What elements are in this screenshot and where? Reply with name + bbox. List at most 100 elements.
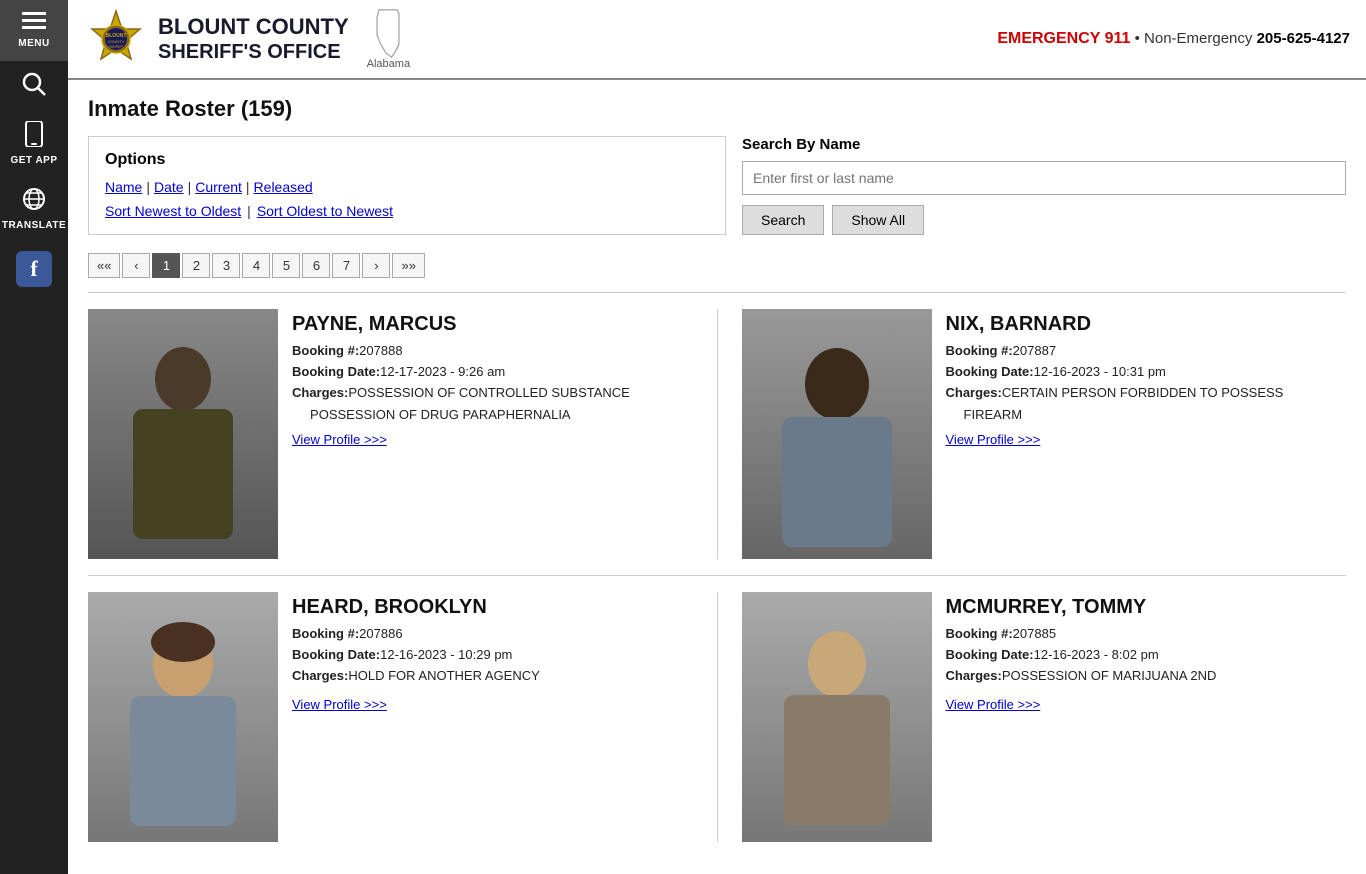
pagination: «« ‹ 1 2 3 4 5 6 7 › »» bbox=[88, 253, 1346, 278]
site-subtitle: SHERIFF'S OFFICE bbox=[158, 41, 349, 64]
main-content: BLOUNT COUNTY SHERIFF BLOUNT COUNTY SHER… bbox=[68, 0, 1366, 874]
view-profile-heard[interactable]: View Profile >>> bbox=[292, 697, 540, 712]
inmate-card-nix: NIX, BARNARD Booking #:207887 Booking Da… bbox=[742, 309, 1347, 559]
phone-icon bbox=[23, 121, 45, 151]
inmate-charge2-nix: FIREARM bbox=[946, 406, 1284, 424]
hamburger-icon bbox=[22, 12, 46, 34]
page-2-button[interactable]: 2 bbox=[182, 253, 210, 278]
sort-by-date-link[interactable]: Date bbox=[154, 179, 184, 195]
inmate-charge2-payne: POSSESSION OF DRUG PARAPHERNALIA bbox=[292, 406, 630, 424]
inmate-photo-heard bbox=[88, 592, 278, 842]
options-title: Options bbox=[105, 151, 709, 169]
show-all-button[interactable]: Show All bbox=[832, 205, 924, 235]
non-emergency-number: 205-625-4127 bbox=[1257, 30, 1350, 47]
inmate-charges-payne: Charges:POSSESSION OF CONTROLLED SUBSTAN… bbox=[292, 384, 630, 402]
page-first-button[interactable]: «« bbox=[88, 253, 120, 278]
search-button-sidebar[interactable] bbox=[0, 61, 68, 111]
page-1-button[interactable]: 1 bbox=[152, 253, 180, 278]
get-app-label: GET APP bbox=[10, 155, 57, 166]
inmate-photo-payne bbox=[88, 309, 278, 559]
sort-links: Sort Newest to Oldest | Sort Oldest to N… bbox=[105, 203, 709, 219]
inmate-info-nix: NIX, BARNARD Booking #:207887 Booking Da… bbox=[946, 309, 1284, 559]
page-3-button[interactable]: 3 bbox=[212, 253, 240, 278]
search-icon bbox=[21, 71, 47, 101]
inmate-booking-num-heard: Booking #:207886 bbox=[292, 625, 540, 643]
inmate-charges-mcmurrey: Charges:POSSESSION OF MARIJUANA 2ND bbox=[946, 667, 1217, 685]
sheriff-badge: BLOUNT COUNTY SHERIFF bbox=[84, 7, 148, 71]
inmate-booking-num-payne: Booking #:207888 bbox=[292, 342, 630, 360]
alabama-label: Alabama bbox=[367, 58, 410, 70]
page-next-button[interactable]: › bbox=[362, 253, 390, 278]
inmate-info-mcmurrey: MCMURREY, TOMMY Booking #:207885 Booking… bbox=[946, 592, 1217, 842]
search-by-name-label: Search By Name bbox=[742, 136, 1346, 153]
inmate-row-1: PAYNE, MARCUS Booking #:207888 Booking D… bbox=[88, 292, 1346, 575]
page-6-button[interactable]: 6 bbox=[302, 253, 330, 278]
inmate-divider-1 bbox=[717, 309, 718, 559]
options-links: Name | Date | Current | Released bbox=[105, 179, 709, 195]
name-search-input[interactable] bbox=[742, 161, 1346, 195]
inmate-booking-date-mcmurrey: Booking Date:12-16-2023 - 8:02 pm bbox=[946, 646, 1217, 664]
translate-label: TRANSLATE bbox=[2, 220, 66, 231]
page-prev-button[interactable]: ‹ bbox=[122, 253, 150, 278]
inmate-card-heard: HEARD, BROOKLYN Booking #:207886 Booking… bbox=[88, 592, 693, 842]
inmate-booking-num-nix: Booking #:207887 bbox=[946, 342, 1284, 360]
inmate-info-heard: HEARD, BROOKLYN Booking #:207886 Booking… bbox=[292, 592, 540, 842]
menu-button[interactable]: MENU bbox=[0, 0, 68, 61]
translate-button[interactable]: TRANSLATE bbox=[0, 176, 68, 241]
svg-text:COUNTY: COUNTY bbox=[108, 39, 125, 44]
page-4-button[interactable]: 4 bbox=[242, 253, 270, 278]
sort-by-name-link[interactable]: Name bbox=[105, 179, 142, 195]
inmate-name-payne: PAYNE, MARCUS bbox=[292, 313, 630, 336]
inmate-card-payne: PAYNE, MARCUS Booking #:207888 Booking D… bbox=[88, 309, 693, 559]
separator: • bbox=[1135, 30, 1140, 47]
inmate-photo-mcmurrey bbox=[742, 592, 932, 842]
sort-released-link[interactable]: Released bbox=[254, 179, 313, 195]
view-profile-nix[interactable]: View Profile >>> bbox=[946, 432, 1284, 447]
page-body: Inmate Roster (159) Options Name | Date … bbox=[68, 80, 1366, 874]
search-box: Search By Name Search Show All bbox=[742, 136, 1346, 235]
inmate-charges-nix: Charges:CERTAIN PERSON FORBIDDEN TO POSS… bbox=[946, 384, 1284, 402]
inmate-booking-date-heard: Booking Date:12-16-2023 - 10:29 pm bbox=[292, 646, 540, 664]
inmate-booking-date-nix: Booking Date:12-16-2023 - 10:31 pm bbox=[946, 363, 1284, 381]
options-box: Options Name | Date | Current | Released… bbox=[88, 136, 726, 235]
view-profile-payne[interactable]: View Profile >>> bbox=[292, 432, 630, 447]
emergency-label: EMERGENCY 911 bbox=[997, 30, 1130, 47]
menu-label: MENU bbox=[18, 38, 49, 49]
alabama-map bbox=[368, 8, 408, 58]
page-7-button[interactable]: 7 bbox=[332, 253, 360, 278]
options-search-row: Options Name | Date | Current | Released… bbox=[88, 136, 1346, 235]
non-emergency-label: Non-Emergency bbox=[1144, 30, 1252, 47]
sort-oldest-link[interactable]: Sort Oldest to Newest bbox=[257, 203, 393, 219]
site-header: BLOUNT COUNTY SHERIFF BLOUNT COUNTY SHER… bbox=[68, 0, 1366, 80]
sort-current-link[interactable]: Current bbox=[195, 179, 242, 195]
svg-text:SHERIFF: SHERIFF bbox=[109, 45, 124, 49]
inmate-card-mcmurrey: MCMURREY, TOMMY Booking #:207885 Booking… bbox=[742, 592, 1347, 842]
inmate-info-payne: PAYNE, MARCUS Booking #:207888 Booking D… bbox=[292, 309, 630, 559]
inmate-grid: PAYNE, MARCUS Booking #:207888 Booking D… bbox=[88, 292, 1346, 858]
emergency-info: EMERGENCY 911 • Non-Emergency 205-625-41… bbox=[997, 30, 1350, 48]
inmate-divider-2 bbox=[717, 592, 718, 842]
inmate-booking-num-mcmurrey: Booking #:207885 bbox=[946, 625, 1217, 643]
inmate-booking-date-payne: Booking Date:12-17-2023 - 9:26 am bbox=[292, 363, 630, 381]
facebook-icon: f bbox=[16, 251, 52, 287]
globe-icon bbox=[21, 186, 47, 216]
sort-newest-link[interactable]: Sort Newest to Oldest bbox=[105, 203, 241, 219]
facebook-button[interactable]: f bbox=[0, 241, 68, 297]
inmate-charges-heard: Charges:HOLD FOR ANOTHER AGENCY bbox=[292, 667, 540, 685]
sidebar: MENU GET APP TRANSLAT bbox=[0, 0, 68, 874]
inmate-name-mcmurrey: MCMURREY, TOMMY bbox=[946, 596, 1217, 619]
inmate-row-2: HEARD, BROOKLYN Booking #:207886 Booking… bbox=[88, 575, 1346, 858]
get-app-button[interactable]: GET APP bbox=[0, 111, 68, 176]
site-title: BLOUNT COUNTY bbox=[158, 14, 349, 40]
page-5-button[interactable]: 5 bbox=[272, 253, 300, 278]
logo-area: BLOUNT COUNTY SHERIFF BLOUNT COUNTY SHER… bbox=[84, 7, 410, 71]
inmate-name-nix: NIX, BARNARD bbox=[946, 313, 1284, 336]
view-profile-mcmurrey[interactable]: View Profile >>> bbox=[946, 697, 1217, 712]
search-buttons: Search Show All bbox=[742, 205, 1346, 235]
inmate-photo-nix bbox=[742, 309, 932, 559]
alabama-container: Alabama bbox=[367, 8, 410, 70]
search-button[interactable]: Search bbox=[742, 205, 824, 235]
page-title: Inmate Roster (159) bbox=[88, 96, 1346, 122]
inmate-name-heard: HEARD, BROOKLYN bbox=[292, 596, 540, 619]
page-last-button[interactable]: »» bbox=[392, 253, 424, 278]
